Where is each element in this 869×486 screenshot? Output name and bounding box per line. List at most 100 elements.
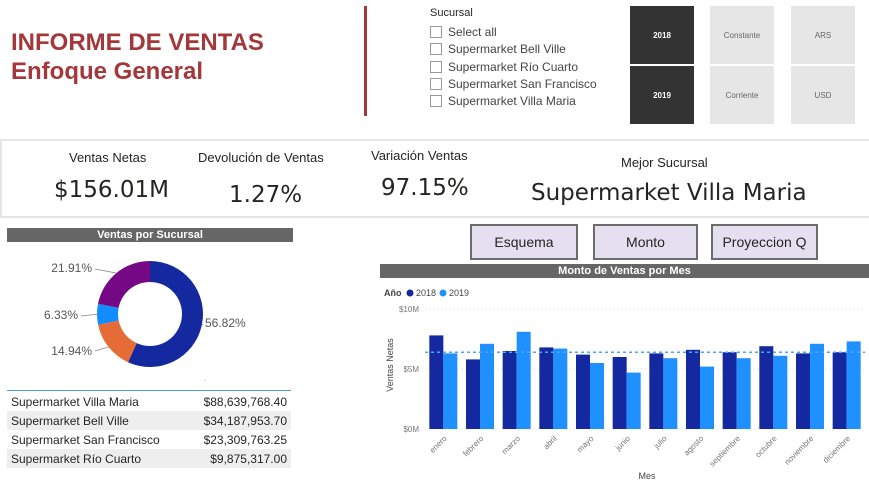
table-row[interactable]: Supermarket Villa Maria $88,639,768.40	[7, 392, 291, 411]
donut-label: 14.94%	[51, 344, 92, 358]
donut-slice[interactable]	[97, 261, 150, 308]
year-2019-button[interactable]: 2019	[630, 66, 694, 124]
bar-chart-title: Monto de Ventas por Mes	[380, 264, 869, 278]
table-row[interactable]: Supermarket Bell Ville $34,187,953.70	[7, 411, 291, 430]
monto-button[interactable]: Monto	[593, 224, 698, 260]
mejor-sucursal-label: Mejor Sucursal	[621, 155, 708, 170]
variacion-label: Variación Ventas	[371, 148, 468, 163]
bar-2018[interactable]	[759, 346, 774, 429]
x-axis-label: Mes	[638, 471, 656, 481]
donut-leader-line	[94, 268, 117, 274]
bar-series	[425, 331, 865, 429]
x-tick-label: octubre	[754, 434, 780, 460]
bar-2019[interactable]	[553, 348, 568, 429]
x-tick-label: junio	[613, 434, 632, 453]
slicer-item-select-all[interactable]: Select all	[430, 25, 497, 39]
devolucion-value: 1.27%	[229, 182, 303, 208]
bar-2019[interactable]	[663, 358, 678, 429]
sucursal-name: Supermarket Bell Ville	[11, 413, 129, 428]
bar-2019[interactable]	[516, 331, 531, 429]
donut-label: 21.91%	[51, 261, 92, 275]
table-top-border	[7, 390, 291, 391]
bar-2018[interactable]	[722, 352, 737, 429]
x-tick-label: mayo	[575, 434, 596, 455]
bar-2018[interactable]	[429, 335, 444, 429]
table-row[interactable]: Supermarket Río Cuarto $9,875,317.00	[7, 449, 291, 468]
slicer-item-label: Supermarket Villa Maria	[448, 94, 576, 108]
bar-2018[interactable]	[649, 353, 664, 429]
x-tick-label: diciembre	[821, 434, 852, 465]
esquema-button[interactable]: Esquema	[470, 224, 578, 260]
sucursal-value: $9,875,317.00	[210, 451, 287, 466]
bar-2018[interactable]	[466, 359, 480, 429]
bar-2018[interactable]	[612, 357, 627, 429]
sucursal-value: $88,639,768.40	[203, 394, 287, 409]
sucursal-name: Supermarket Río Cuarto	[11, 451, 142, 466]
sucursal-value: $23,309,763.25	[203, 432, 287, 447]
bar-2019[interactable]	[700, 366, 714, 429]
y-tick-label: $10M	[399, 305, 419, 314]
bar-2019[interactable]	[736, 358, 751, 429]
header-divider	[364, 6, 367, 116]
usd-button[interactable]: USD	[791, 66, 855, 124]
report-title: INFORME DE VENTAS	[11, 29, 264, 56]
x-tick-labels: enero febrero marzo abril mayo junio julio agos…	[428, 434, 853, 469]
bar-2018[interactable]	[686, 349, 700, 429]
x-tick-label: septiembre	[708, 434, 743, 469]
bar-2019[interactable]	[773, 355, 788, 429]
x-tick-label: enero	[428, 434, 449, 455]
devolucion-label: Devolución de Ventas	[198, 150, 324, 165]
bar-2019[interactable]	[590, 363, 604, 429]
x-tick-label: abril	[542, 434, 559, 451]
checkbox[interactable]	[430, 26, 442, 38]
slicer-title: Sucursal	[430, 7, 473, 19]
checkbox[interactable]	[430, 78, 442, 90]
bar-2019[interactable]	[626, 372, 641, 429]
bar-2018[interactable]	[832, 352, 847, 429]
slicer-item-label: Supermarket Río Cuarto	[448, 60, 579, 74]
donut-label: 56.82%	[205, 316, 246, 330]
x-tick-label: agosto	[682, 434, 706, 458]
checkbox[interactable]	[430, 61, 442, 73]
bar-2018[interactable]	[502, 351, 517, 429]
corriente-button[interactable]: Corriente	[710, 66, 774, 124]
bar-2018[interactable]	[539, 347, 554, 429]
ventas-netas-label: Ventas Netas	[69, 150, 147, 165]
mejor-sucursal-value: Supermarket Villa Maria	[531, 180, 807, 206]
sucursal-name: Supermarket Villa Maria	[11, 394, 139, 409]
legend-2019-label: 2019	[449, 288, 469, 298]
donut-label: 6.33%	[44, 308, 78, 322]
x-tick-label: julio	[652, 434, 670, 452]
year-2018-button[interactable]: 2018	[630, 6, 694, 64]
slicer-item-label: Supermarket Bell Ville	[448, 42, 566, 56]
donut-chart-title: Ventas por Sucursal	[7, 228, 293, 242]
bar-2019[interactable]	[480, 343, 494, 429]
legend-title: Año	[384, 288, 402, 298]
legend-2018-marker	[406, 289, 414, 297]
y-axis-label: Ventas Netas	[385, 338, 395, 392]
ars-button[interactable]: ARS	[791, 6, 855, 64]
bar-2018[interactable]	[796, 353, 810, 429]
checkbox[interactable]	[430, 95, 442, 107]
proyeccion-button[interactable]: Proyeccion Q	[711, 224, 818, 260]
legend-2018-label: 2018	[416, 288, 436, 298]
sucursal-value: $34,187,953.70	[203, 413, 287, 428]
report-subtitle: Enfoque General	[11, 58, 204, 85]
bar-2019[interactable]	[810, 343, 824, 429]
bar-2019[interactable]	[846, 341, 861, 429]
bar-2018[interactable]	[576, 354, 590, 429]
bar-chart: Año 2018 2019 Ventas Netas Mes $0M $5M $10…	[384, 288, 865, 481]
slicer-item-san-francisco[interactable]: Supermarket San Francisco	[430, 77, 597, 91]
bar-2019[interactable]	[443, 353, 458, 429]
x-tick-label: marzo	[500, 434, 522, 456]
table-row[interactable]: Supermarket San Francisco $23,309,763.25	[7, 430, 291, 449]
slicer-item-villa-maria[interactable]: Supermarket Villa Maria	[430, 94, 576, 108]
slicer-item-rio-cuarto[interactable]: Supermarket Río Cuarto	[430, 60, 578, 74]
table-sort-indicator: ˙	[204, 379, 207, 388]
checkbox[interactable]	[430, 43, 442, 55]
ventas-netas-value: $156.01M	[54, 177, 169, 203]
sucursal-name: Supermarket San Francisco	[11, 432, 160, 447]
slicer-item-bell-ville[interactable]: Supermarket Bell Ville	[430, 42, 566, 56]
constante-button[interactable]: Constante	[710, 6, 774, 64]
y-tick-label: $0M	[403, 425, 419, 434]
